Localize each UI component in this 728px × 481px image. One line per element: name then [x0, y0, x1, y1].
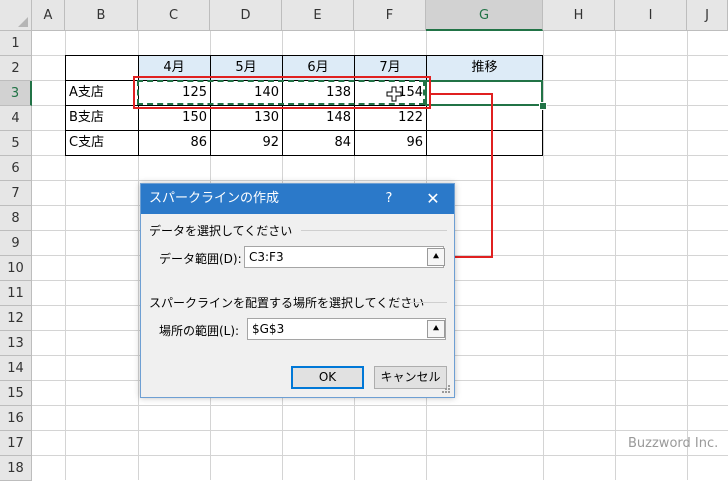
table-header-cell[interactable]: 推移 [426, 56, 543, 80]
plus-cursor-icon [386, 86, 402, 102]
grid-line [32, 180, 728, 181]
row-label-cell[interactable]: A支店 [66, 81, 138, 105]
row-header-10[interactable]: 10 [0, 256, 32, 281]
row-header-12[interactable]: 12 [0, 306, 32, 331]
arrow-line [491, 93, 493, 258]
row-header-8[interactable]: 8 [0, 206, 32, 231]
dialog-titlebar[interactable]: スパークラインの作成 ? ✕ [141, 184, 454, 214]
table-cell[interactable]: 150 [138, 106, 210, 130]
cancel-button[interactable]: キャンセル [374, 366, 447, 389]
column-header-g[interactable]: G [426, 0, 543, 31]
row-header-5[interactable]: 5 [0, 131, 32, 156]
location-range-input[interactable]: $G$3 [247, 318, 446, 340]
table-cell[interactable]: 92 [210, 131, 282, 155]
row-label-cell[interactable]: C支店 [66, 131, 138, 155]
table-border [65, 155, 543, 156]
row-header-15[interactable]: 15 [0, 381, 32, 406]
dialog-title: スパークラインの作成 [149, 191, 280, 206]
table-border [65, 55, 543, 56]
create-sparklines-dialog: スパークラインの作成 ? ✕ データを選択してください データ範囲(D): C3… [140, 183, 455, 398]
table-cell[interactable]: 148 [282, 106, 354, 130]
select-all-corner[interactable] [0, 0, 32, 31]
resize-grip-icon[interactable] [441, 384, 451, 394]
row-header-16[interactable]: 16 [0, 406, 32, 431]
divider [409, 302, 447, 303]
row-header-1[interactable]: 1 [0, 31, 32, 56]
collapse-dialog-icon[interactable]: ⯅ [427, 248, 445, 266]
table-cell[interactable]: 130 [210, 106, 282, 130]
table-border [65, 130, 543, 131]
column-header-c[interactable]: C [138, 0, 210, 31]
row-header-3[interactable]: 3 [0, 81, 32, 106]
row-header-9[interactable]: 9 [0, 231, 32, 256]
row-header-6[interactable]: 6 [0, 156, 32, 181]
spreadsheet: A B C D E F G H I J 1 2 3 4 5 6 7 8 9 10… [0, 0, 728, 481]
column-header-f[interactable]: F [354, 0, 426, 31]
table-cell[interactable]: 84 [282, 131, 354, 155]
row-header-17[interactable]: 17 [0, 431, 32, 456]
fill-handle[interactable] [539, 102, 547, 110]
data-range-input[interactable]: C3:F3 [244, 246, 444, 268]
row-header-4[interactable]: 4 [0, 106, 32, 131]
arrow-line [431, 93, 493, 95]
row-header-13[interactable]: 13 [0, 331, 32, 356]
row-header-14[interactable]: 14 [0, 356, 32, 381]
column-header-a[interactable]: A [32, 0, 65, 31]
table-cell[interactable]: 96 [354, 131, 426, 155]
column-header-j[interactable]: J [687, 0, 728, 31]
grid-line [32, 430, 728, 431]
table-cell[interactable]: 86 [138, 131, 210, 155]
data-group-label: データを選択してください [149, 224, 293, 238]
data-range-label: データ範囲(D): [159, 252, 242, 266]
watermark: Buzzword Inc. [628, 436, 719, 451]
row-header-2[interactable]: 2 [0, 56, 32, 81]
column-header-b[interactable]: B [65, 0, 138, 31]
row-label-cell[interactable]: B支店 [66, 106, 138, 130]
collapse-dialog-icon[interactable]: ⯅ [427, 320, 445, 338]
location-range-label: 場所の範囲(L): [159, 324, 240, 338]
column-header-d[interactable]: D [210, 0, 282, 31]
column-header-e[interactable]: E [282, 0, 354, 31]
divider [301, 230, 447, 231]
location-group-label: スパークラインを配置する場所を選択してください [149, 296, 425, 310]
grid-line [32, 455, 728, 456]
column-header-h[interactable]: H [543, 0, 615, 31]
close-icon[interactable]: ✕ [421, 184, 445, 214]
row-header-18[interactable]: 18 [0, 456, 32, 481]
table-cell[interactable]: 122 [354, 106, 426, 130]
ok-button[interactable]: OK [291, 366, 364, 389]
row-header-11[interactable]: 11 [0, 281, 32, 306]
corner-triangle-icon [18, 17, 28, 27]
grid-line [32, 405, 728, 406]
help-button[interactable]: ? [379, 184, 399, 214]
column-header-i[interactable]: I [615, 0, 687, 31]
table-border [65, 55, 66, 156]
row-header-7[interactable]: 7 [0, 181, 32, 206]
